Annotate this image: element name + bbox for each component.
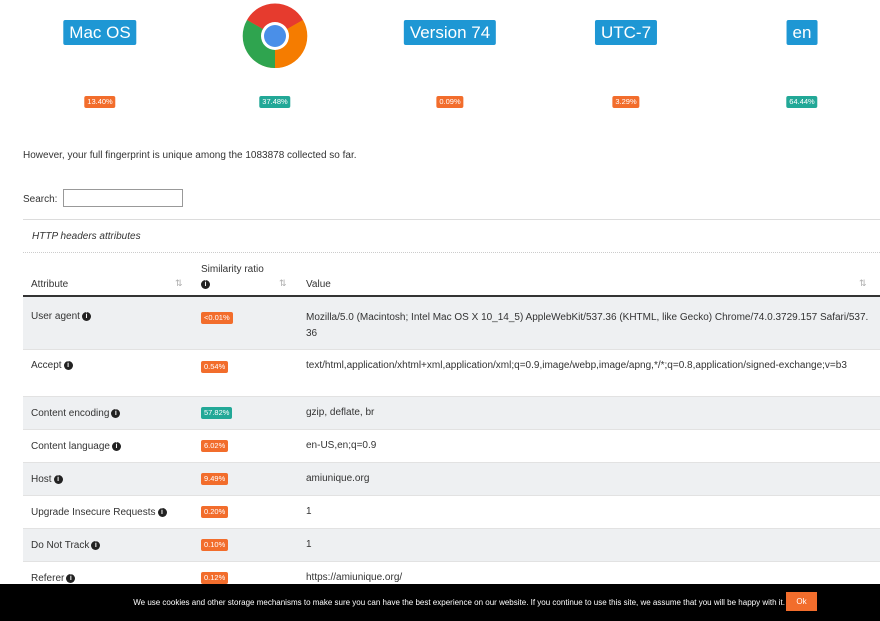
header-value[interactable]: Value xyxy=(306,279,331,290)
row-value: gzip, deflate, br xyxy=(306,407,375,418)
ratio-badge: 6.02% xyxy=(201,440,229,452)
ratio-badge: 0.10% xyxy=(201,539,229,551)
tile-timezone: UTC-7 3.29% xyxy=(561,0,691,120)
info-icon[interactable]: i xyxy=(91,540,101,550)
language-label: en xyxy=(786,20,818,45)
info-icon[interactable]: i xyxy=(81,311,91,321)
ratio-badge: <0.01% xyxy=(201,312,233,324)
ratio-badge: 9.49% xyxy=(201,473,229,485)
row-attribute: Accept xyxy=(31,360,62,371)
row-attribute: Referer xyxy=(31,573,65,584)
tile-browser: 37.48% xyxy=(210,0,340,120)
ratio-badge: 57.82% xyxy=(201,407,233,419)
timezone-percentage: 3.29% xyxy=(612,96,640,108)
row-value: 1 xyxy=(306,539,312,550)
header-attribute[interactable]: Attribute xyxy=(31,279,68,290)
timezone-label: UTC-7 xyxy=(594,20,658,45)
info-icon[interactable]: i xyxy=(157,507,167,517)
row-value: Mozilla/5.0 (Macintosh; Intel Mac OS X 1… xyxy=(306,312,869,339)
summary-tiles: Mac OS 13.40% 37.48% Version 74 0.09% UT… xyxy=(0,0,880,120)
sort-similarity-icon[interactable]: ⇅ xyxy=(279,278,287,289)
chrome-icon xyxy=(242,3,308,69)
row-attribute: Do Not Track xyxy=(31,540,90,551)
info-icon[interactable]: i xyxy=(63,360,73,370)
row-attribute: Upgrade Insecure Requests xyxy=(31,507,156,518)
version-label: Version 74 xyxy=(403,20,497,45)
row-attribute: Content language xyxy=(31,441,110,452)
tile-language: en 64.44% xyxy=(737,0,867,120)
table-row: Content language i 6.02% en-US,en;q=0.9 xyxy=(23,430,880,463)
table-row: User agent i <0.01% Mozilla/5.0 (Macintos… xyxy=(23,297,880,350)
info-icon[interactable]: i xyxy=(111,408,121,418)
row-attribute: Content encoding xyxy=(31,408,110,419)
sort-value-icon[interactable]: ⇅ xyxy=(859,278,867,289)
tile-version: Version 74 0.09% xyxy=(385,0,515,120)
info-icon[interactable]: i xyxy=(111,441,121,451)
row-attribute: User agent xyxy=(31,311,80,322)
unique-fingerprint-text: However, your full fingerprint is unique… xyxy=(23,150,357,161)
row-value: amiunique.org xyxy=(306,473,370,484)
row-value: 1 xyxy=(306,506,312,517)
table-row: Accept i 0.54% text/html,application/xhtm… xyxy=(23,350,880,397)
cookie-ok-button[interactable]: Ok xyxy=(786,592,817,611)
ratio-badge: 0.54% xyxy=(201,361,229,373)
table-row: Content encoding i 57.82% gzip, deflate, … xyxy=(23,397,880,430)
version-percentage: 0.09% xyxy=(436,96,464,108)
table-header: Attribute ⇅ Similarity ratio i ⇅ Value ⇅ xyxy=(23,257,880,297)
cookie-message: We use cookies and other storage mechani… xyxy=(133,598,785,607)
section-title: HTTP headers attributes xyxy=(23,219,880,253)
ratio-badge: 0.12% xyxy=(201,572,229,584)
table-row: Upgrade Insecure Requests i 0.20% 1 xyxy=(23,496,880,529)
cookie-banner: We use cookies and other storage mechani… xyxy=(0,584,880,621)
sort-attribute-icon[interactable]: ⇅ xyxy=(175,278,183,289)
row-value: text/html,application/xhtml+xml,applicat… xyxy=(306,360,847,371)
row-value: en-US,en;q=0.9 xyxy=(306,440,377,451)
browser-percentage: 37.48% xyxy=(259,96,291,108)
table-row: Do Not Track i 0.10% 1 xyxy=(23,529,880,562)
tile-os: Mac OS 13.40% xyxy=(35,0,165,120)
header-similarity[interactable]: Similarity ratio xyxy=(201,264,264,275)
ratio-badge: 0.20% xyxy=(201,506,229,518)
search-input[interactable] xyxy=(63,189,183,207)
info-icon[interactable]: i xyxy=(201,280,210,289)
row-attribute: Host xyxy=(31,474,52,485)
os-label: Mac OS xyxy=(63,20,137,45)
language-percentage: 64.44% xyxy=(786,96,818,108)
info-icon[interactable]: i xyxy=(66,573,76,583)
info-icon[interactable]: i xyxy=(53,474,63,484)
table-row: Host i 9.49% amiunique.org xyxy=(23,463,880,496)
search-label: Search: xyxy=(23,194,58,205)
os-percentage: 13.40% xyxy=(84,96,116,108)
